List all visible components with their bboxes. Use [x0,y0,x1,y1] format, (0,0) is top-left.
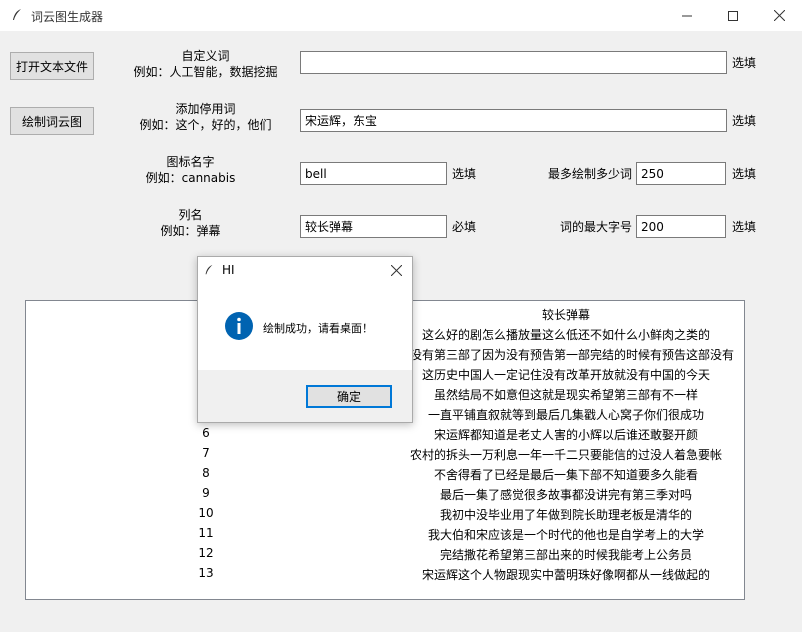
max-words-note: 选填 [732,167,757,181]
table-row[interactable]: 13 宋运辉这个人物跟现实中蕾明珠好像啊都从一线做起的 [26,564,744,584]
stop-words-input[interactable]: 宋运辉，东宝 [300,109,727,132]
table-row[interactable]: 10 我初中没毕业用了年做到院长助理老板是清华的 [26,504,744,524]
icon-name-note: 选填 [452,167,477,181]
max-words-label: 最多绘制多少词 [548,167,633,181]
max-font-input[interactable]: 200 [636,215,726,238]
minimize-button[interactable] [664,0,710,31]
custom-words-note: 选填 [732,56,757,70]
table-row[interactable]: 11 我大伯和宋应该是一个时代的他也是自学考上的大学 [26,524,744,544]
max-words-input[interactable]: 250 [636,162,726,185]
stop-words-note: 选填 [732,114,757,128]
dialog-message: 绘制成功，请看桌面！ [263,322,373,335]
custom-words-input[interactable] [300,51,727,74]
minimize-icon [682,15,692,16]
icon-name-label: 图标名字 例如：cannabis [145,155,236,185]
feather-icon [13,9,21,20]
message-dialog: HI 绘制成功，请看桌面！ 确定 [197,256,413,423]
maximize-icon [728,10,738,21]
close-icon [773,10,785,21]
table-row[interactable]: 12 完结撒花希望第三部出来的时候我能考上公务员 [26,544,744,564]
feather-icon [205,264,213,275]
custom-words-label: 自定义词 例如：人工智能，数据挖掘 [133,49,278,79]
close-icon [390,264,402,276]
info-icon [225,312,253,340]
column-header: 较长弹幕 [541,308,590,322]
dialog-footer: 确定 [198,370,412,422]
table-row[interactable]: 6 宋运辉都知道是老丈人害的小辉以后谁还敢娶开颜 [26,424,744,444]
open-file-button[interactable]: 打开文本文件 [10,52,94,80]
column-name-note: 必填 [452,220,477,234]
ok-button[interactable]: 确定 [306,385,392,408]
column-name-input[interactable]: 较长弹幕 [300,215,447,238]
dialog-close-button[interactable] [388,262,404,278]
maximize-button[interactable] [710,0,756,31]
max-font-note: 选填 [732,220,757,234]
table-row[interactable]: 9 最后一集了感觉很多故事都没讲完有第三季对吗 [26,484,744,504]
window-title: 词云图生成器 [31,10,104,24]
draw-wordcloud-button[interactable]: 绘制词云图 [10,107,94,135]
column-name-label: 列名 例如：弹幕 [160,208,221,238]
icon-name-input[interactable]: bell [300,162,447,185]
max-font-label: 词的最大字号 [560,220,633,234]
table-row[interactable]: 8 不舍得看了已经是最后一集下部不知道要多久能看 [26,464,744,484]
dialog-title: HI [222,263,235,277]
close-button[interactable] [756,0,802,31]
table-row[interactable]: 7 农村的拆头一万利息一年一千二只要能信的过没人着急要帐 [26,444,744,464]
stop-words-label: 添加停用词 例如：这个，好的，他们 [139,102,272,132]
